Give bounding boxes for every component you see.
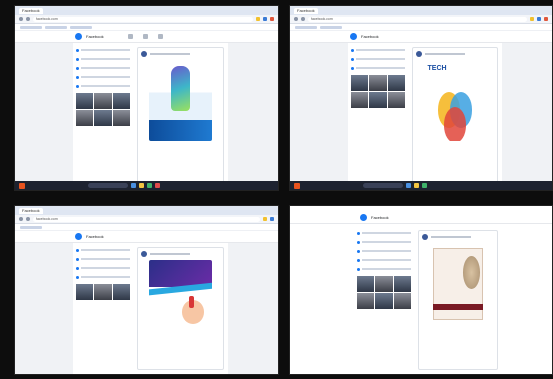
app-icon[interactable]: [155, 183, 160, 188]
post-image[interactable]: TECH: [423, 60, 487, 142]
browser-window-2: Facebook facebook.com Facebook TECH: [289, 5, 553, 191]
page-name: Facebook: [86, 34, 104, 39]
facebook-header: Facebook: [290, 31, 552, 43]
screenshot-collage: Facebook facebook.com Facebook Facebook …: [0, 0, 553, 379]
groups-icon[interactable]: [157, 34, 163, 39]
browser-window-1: Facebook facebook.com Facebook: [14, 5, 279, 191]
home-icon[interactable]: [127, 34, 133, 39]
page-name: Facebook: [371, 215, 389, 220]
facebook-icon[interactable]: [75, 33, 82, 40]
extension-icon[interactable]: [263, 17, 267, 21]
post-image[interactable]: [148, 60, 213, 142]
profile-sidebar: [348, 43, 408, 190]
facebook-header: Facebook: [15, 31, 278, 43]
photo-grid[interactable]: [76, 93, 130, 126]
extension-icon[interactable]: [544, 17, 548, 21]
post-image[interactable]: [429, 243, 487, 325]
bookmarks-bar: [290, 24, 552, 31]
address-bar: facebook.com: [290, 15, 552, 24]
bookmarks-bar: [15, 224, 278, 231]
browser-tab[interactable]: Facebook: [19, 207, 43, 214]
address-bar: facebook.com: [15, 215, 278, 224]
avatar[interactable]: [141, 251, 147, 257]
address-bar: facebook.com: [15, 15, 278, 24]
bookmarks-bar: [15, 24, 278, 31]
page-name: Facebook: [361, 34, 379, 39]
video-icon[interactable]: [142, 34, 148, 39]
feed-post: TECH: [412, 47, 498, 186]
tab-bar: Facebook: [290, 6, 552, 15]
facebook-icon[interactable]: [360, 214, 367, 221]
taskbar: [290, 181, 552, 190]
app-icon[interactable]: [406, 183, 411, 188]
url-field[interactable]: facebook.com: [33, 216, 260, 222]
profile-sidebar: [73, 43, 133, 190]
tab-bar: Facebook: [15, 6, 278, 15]
facebook-icon[interactable]: [350, 33, 357, 40]
browser-window-4: Facebook: [289, 205, 553, 375]
extension-icon[interactable]: [263, 217, 267, 221]
feed-post: [137, 47, 224, 186]
avatar[interactable]: [416, 51, 422, 57]
page-name: Facebook: [86, 234, 104, 239]
app-icon[interactable]: [414, 183, 419, 188]
post-image[interactable]: [148, 260, 213, 332]
url-field[interactable]: facebook.com: [308, 16, 527, 22]
app-icon[interactable]: [147, 183, 152, 188]
app-icon[interactable]: [139, 183, 144, 188]
start-icon[interactable]: [19, 182, 25, 189]
app-icon[interactable]: [422, 183, 427, 188]
avatar[interactable]: [422, 234, 428, 240]
extension-icon[interactable]: [256, 17, 260, 21]
tab-bar: Facebook: [15, 206, 278, 215]
facebook-header: Facebook: [15, 231, 278, 243]
search-icon[interactable]: [88, 183, 128, 188]
search-icon[interactable]: [363, 183, 403, 188]
profile-sidebar: [354, 226, 414, 374]
forward-icon[interactable]: [26, 17, 30, 21]
feed-post: [418, 230, 498, 370]
back-icon[interactable]: [19, 217, 23, 221]
start-icon[interactable]: [294, 182, 300, 189]
photo-grid[interactable]: [351, 75, 405, 108]
back-icon[interactable]: [19, 17, 23, 21]
extension-icon[interactable]: [270, 17, 274, 21]
browser-window-3: Facebook facebook.com Facebook: [14, 205, 279, 375]
feed-post: [137, 247, 224, 370]
back-icon[interactable]: [294, 17, 298, 21]
browser-tab[interactable]: Facebook: [19, 7, 43, 14]
app-icon[interactable]: [131, 183, 136, 188]
forward-icon[interactable]: [301, 17, 305, 21]
facebook-header: Facebook: [290, 212, 552, 224]
browser-tab[interactable]: Facebook: [294, 7, 318, 14]
extension-icon[interactable]: [530, 17, 534, 21]
url-field[interactable]: facebook.com: [33, 16, 253, 22]
photo-grid[interactable]: [76, 284, 130, 300]
photo-grid[interactable]: [357, 276, 411, 309]
forward-icon[interactable]: [26, 217, 30, 221]
extension-icon[interactable]: [537, 17, 541, 21]
extension-icon[interactable]: [270, 217, 274, 221]
profile-sidebar: [73, 243, 133, 374]
graphic-title: TECH: [427, 64, 447, 72]
avatar[interactable]: [141, 51, 147, 57]
taskbar: [15, 181, 278, 190]
facebook-icon[interactable]: [75, 233, 82, 240]
